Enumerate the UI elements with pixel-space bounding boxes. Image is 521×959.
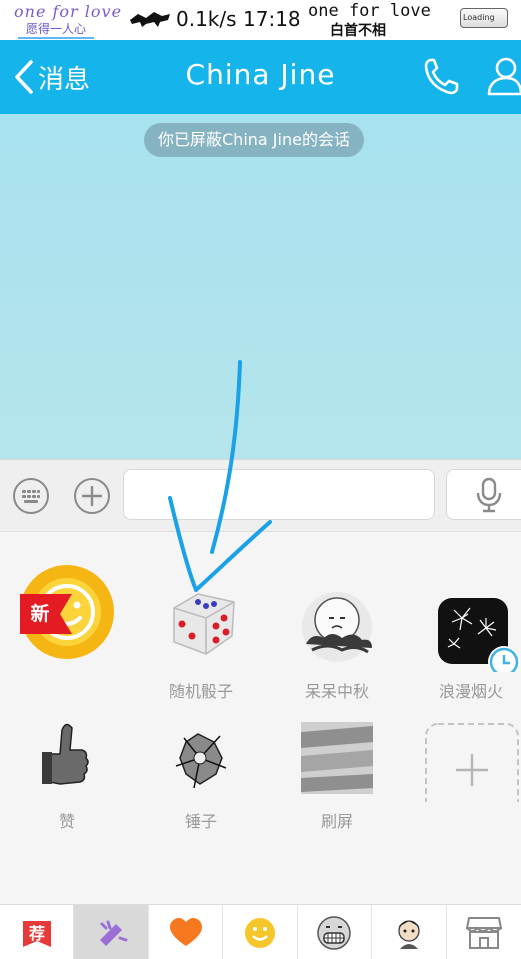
avatar-icon (397, 919, 420, 949)
profile-icon[interactable] (486, 56, 521, 96)
magic-icon (100, 920, 128, 946)
tab-grin[interactable] (298, 905, 373, 959)
store-icon (465, 916, 503, 949)
thumbs-up-icon (42, 723, 89, 785)
grin-icon (317, 915, 352, 950)
emoji-tabbar: 荐 (0, 904, 521, 959)
new-badge: 新 (20, 594, 72, 634)
tab-magic[interactable] (74, 905, 149, 959)
dice-icon (173, 593, 235, 655)
tab-avatar[interactable] (372, 905, 447, 959)
battery-label: Loading (463, 13, 495, 22)
tab-heart[interactable] (149, 905, 224, 959)
emoji-add-button[interactable] (406, 662, 521, 817)
voice-button[interactable] (446, 469, 521, 520)
status-decoration-left: one for love (14, 2, 123, 21)
recommend-icon: 荐 (22, 920, 51, 947)
chat-area[interactable]: 你已屏蔽China Jine的会话 (0, 114, 521, 459)
network-speed: 0.1k/s (176, 7, 237, 31)
tab-store[interactable] (447, 905, 521, 959)
emoji-item-fireworks[interactable]: 浪漫烟火 (406, 532, 521, 701)
microphone-icon (476, 477, 502, 513)
emoji-panel: 随机骰子 呆呆中秋 浪漫烟火 赞 锤子 刷屏 (0, 532, 521, 904)
emoji-item-moon[interactable]: 呆呆中秋 (272, 532, 402, 701)
hammer-crack-icon (175, 733, 227, 789)
tab-emoji[interactable] (223, 905, 298, 959)
moon-cloud-icon (302, 592, 372, 662)
emoji-item-thumbs-up[interactable]: 赞 (2, 662, 132, 831)
status-decoration-right: one for love (308, 1, 431, 21)
blocked-notice: 你已屏蔽China Jine的会话 (144, 123, 364, 157)
status-decoration-left-sub: 愿得一人心 (18, 20, 95, 39)
emoji-item-hammer[interactable]: 锤子 (136, 662, 266, 831)
emoji-label: 刷屏 (320, 812, 353, 831)
status-decoration-right-sub: 白首不相 (330, 23, 386, 39)
clock: 17:18 (243, 7, 301, 31)
new-badge-label: 新 (30, 602, 49, 625)
input-bar (0, 459, 521, 532)
plus-icon (82, 486, 102, 506)
message-input[interactable] (123, 469, 435, 520)
chat-header: 消息 China Jine (0, 40, 521, 114)
add-more-button[interactable] (74, 478, 110, 514)
emoji-item-brush-screen[interactable]: 刷屏 (272, 662, 402, 831)
emoji-icon (245, 917, 276, 948)
emoji-label: 锤子 (184, 812, 217, 831)
heart-icon (169, 917, 202, 946)
recommend-label: 荐 (28, 924, 45, 943)
keyboard-button[interactable] (13, 478, 49, 514)
add-icon (425, 723, 519, 817)
keyboard-icon (22, 490, 40, 503)
emoji-item-dice[interactable]: 随机骰子 (136, 532, 266, 701)
horse-icon (130, 12, 170, 27)
emoji-label: 赞 (58, 812, 75, 831)
battery-icon: Loading (460, 8, 508, 28)
phone-icon[interactable] (423, 56, 459, 96)
tab-recommend[interactable]: 荐 (0, 905, 75, 959)
brush-screen-icon (301, 722, 373, 794)
status-bar: one for love 愿得一人心 0.1k/s 17:18 one for … (0, 0, 521, 40)
fireworks-icon (438, 598, 520, 678)
